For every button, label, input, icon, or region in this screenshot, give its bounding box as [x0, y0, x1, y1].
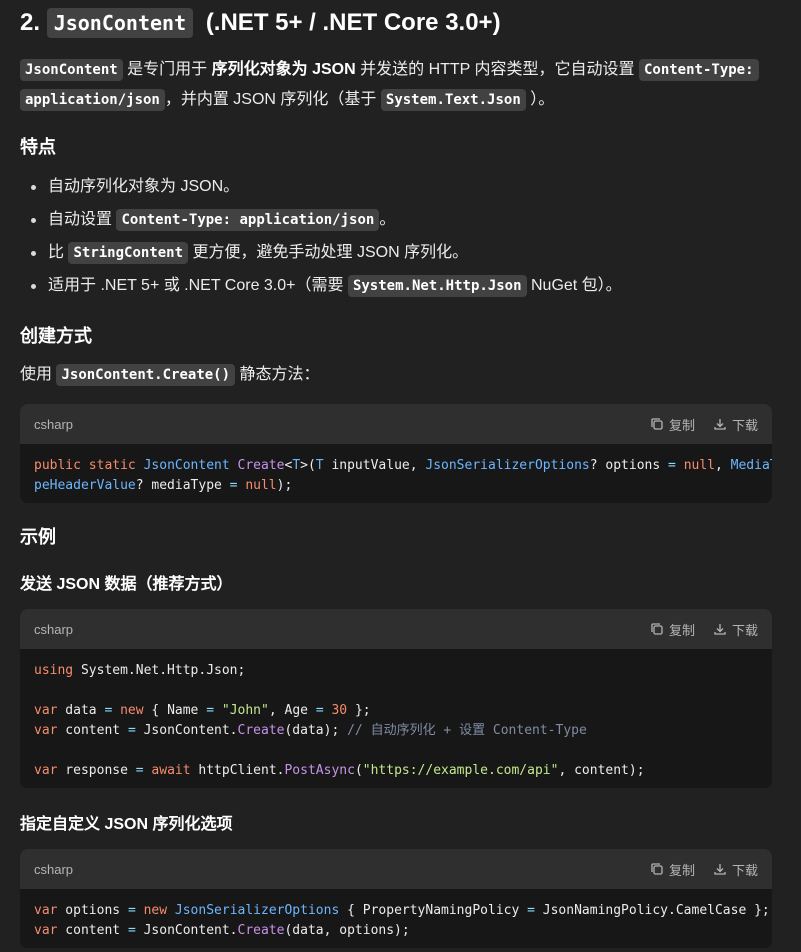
inline-code: Content-Type:	[638, 59, 759, 81]
creation-title: 创建方式	[20, 326, 92, 346]
download-button[interactable]: 下载	[713, 860, 758, 879]
download-label: 下载	[731, 417, 758, 433]
code-language-label: csharp	[34, 861, 74, 877]
download-icon	[714, 864, 726, 875]
intro-paragraph: JsonContent 是专门用于 序列化对象为 JSON 并发送的 HTTP …	[20, 55, 780, 115]
code-content: public static JsonContent Create<T>(T in…	[34, 458, 772, 493]
list-item: 自动设置 Content-Type: application/json。	[20, 208, 780, 241]
features-list: 自动序列化对象为 JSON。 自动设置 Content-Type: applic…	[20, 175, 780, 307]
features-title: 特点	[20, 137, 56, 157]
intro-bold: 序列化对象为 JSON	[211, 61, 356, 78]
download-button[interactable]: 下载	[713, 415, 758, 434]
code-block: csharp 复制 下载 var options = new JsonSeria…	[20, 849, 772, 948]
list-item-text: 适用于 .NET 5+ 或 .NET Core 3.0+（需要	[48, 277, 344, 294]
copy-label: 复制	[668, 862, 695, 878]
inline-code: JsonContent.Create()	[56, 364, 236, 386]
copy-label: 复制	[668, 622, 695, 638]
inline-code: System.Net.Http.Json	[347, 275, 527, 297]
intro-text: ，并内置 JSON 序列化（基于	[164, 91, 377, 108]
download-icon	[714, 419, 726, 430]
custom-options-title: 指定自定义 JSON 序列化选项	[20, 816, 233, 833]
inline-code: application/json	[20, 89, 165, 111]
copy-button[interactable]: 复制	[650, 860, 695, 879]
intro-text: ）。	[530, 91, 555, 108]
download-icon	[714, 624, 726, 635]
code-block-header: csharp 复制 下载	[20, 849, 772, 889]
code-block-header: csharp 复制 下载	[20, 609, 772, 649]
creation-text: 静态方法：	[239, 366, 320, 383]
copy-icon	[651, 863, 663, 875]
inline-code: Content-Type: application/json	[116, 209, 380, 231]
heading-suffix: (.NET 5+ / .NET Core 3.0+)	[205, 9, 501, 36]
code-block-header: csharp 复制 下载	[20, 404, 772, 444]
code-block: csharp 复制 下载 using System.Net.Http.Json;…	[20, 609, 772, 788]
creation-text: 使用	[20, 366, 53, 383]
intro-text: 是专门用于	[127, 61, 208, 78]
creation-paragraph: 使用 JsonContent.Create() 静态方法：	[20, 363, 320, 387]
list-item: 适用于 .NET 5+ 或 .NET Core 3.0+（需要 System.N…	[20, 274, 780, 307]
list-item-text: 自动序列化对象为 JSON。	[48, 178, 240, 195]
download-label: 下载	[731, 622, 758, 638]
list-item-text: NuGet 包）。	[530, 277, 622, 294]
list-item-text: 。	[379, 211, 396, 228]
code-language-label: csharp	[34, 621, 74, 637]
list-item: 比 StringContent 更方便，避免手动处理 JSON 序列化。	[20, 241, 780, 274]
code-block: csharp 复制 下载 public static JsonContent C…	[20, 404, 772, 503]
copy-button[interactable]: 复制	[650, 620, 695, 639]
inline-code: System.Text.Json	[380, 89, 526, 111]
list-item-text: 自动设置	[48, 211, 113, 228]
code-content: using System.Net.Http.Json; var data = n…	[34, 663, 645, 778]
download-button[interactable]: 下载	[713, 620, 758, 639]
inline-code: JsonContent	[20, 59, 123, 81]
code-language-label: csharp	[34, 416, 74, 432]
heading-number: 2.	[20, 9, 41, 36]
examples-title: 示例	[20, 527, 56, 547]
heading-code: JsonContent	[46, 8, 194, 38]
send-json-title: 发送 JSON 数据（推荐方式）	[20, 576, 233, 593]
list-item-text: 比	[48, 244, 65, 261]
section-heading: 2. JsonContent (.NET 5+ / .NET Core 3.0+…	[20, 8, 501, 38]
inline-code: StringContent	[68, 242, 189, 264]
copy-button[interactable]: 复制	[650, 415, 695, 434]
list-item-text: 更方便，避免手动处理 JSON 序列化。	[192, 244, 469, 261]
code-content: var options = new JsonSerializerOptions …	[34, 903, 770, 938]
copy-icon	[651, 418, 663, 430]
download-label: 下载	[731, 862, 758, 878]
copy-icon	[651, 623, 663, 635]
list-item: 自动序列化对象为 JSON。	[20, 175, 780, 208]
copy-label: 复制	[668, 417, 695, 433]
intro-text: 并发送的 HTTP 内容类型，它自动设置	[360, 61, 635, 78]
